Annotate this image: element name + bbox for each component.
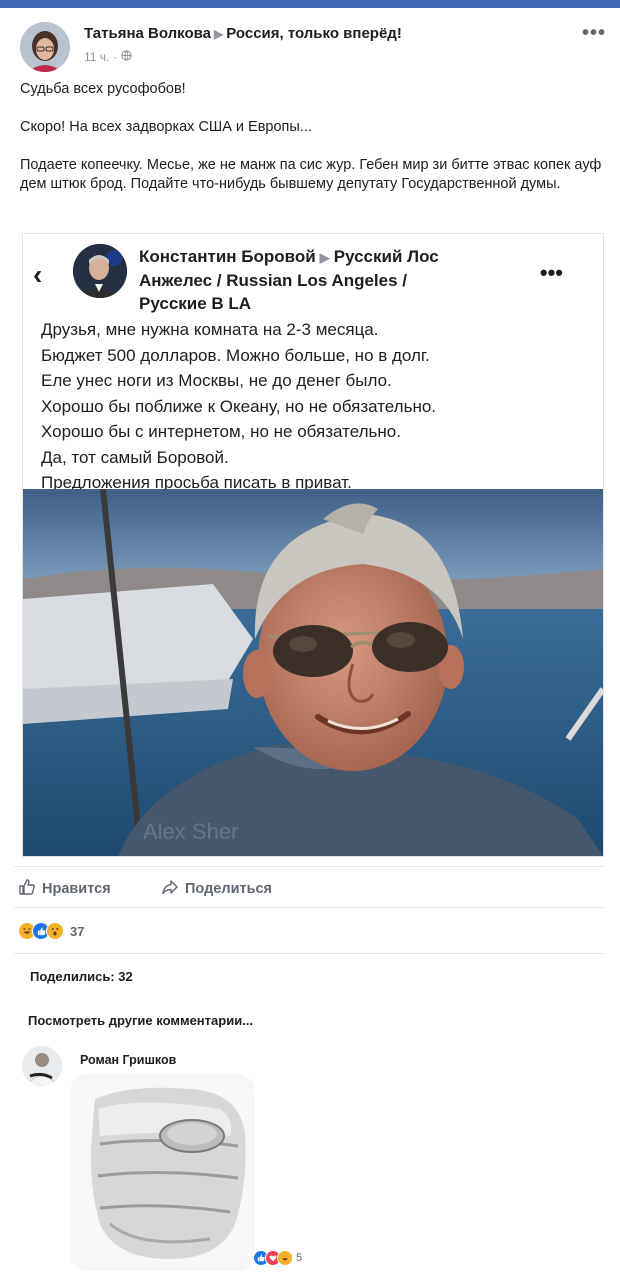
shot-text: Друзья, мне нужна комната на 2-3 месяца.… <box>41 317 601 496</box>
share-label: Поделиться <box>185 881 273 897</box>
shot-group-line: Анжелес / Russian Los Angeles / <box>139 271 408 290</box>
top-bar <box>0 0 620 8</box>
shot-group-line: Русский Лос <box>333 247 439 266</box>
post-paragraph: Подаете копеечку. Месье, же не манж па с… <box>20 157 602 192</box>
post-header: Татьяна Волкова ▶ Россия, только вперёд! <box>84 25 402 42</box>
thumbs-up-icon <box>18 878 36 900</box>
shot-line: Хорошо бы поближе к Океану, но не обязат… <box>41 396 437 416</box>
divider <box>14 866 604 867</box>
like-label: Нравится <box>42 881 111 897</box>
post-text: Судьба всех русофобов! Скоро! На всех за… <box>20 80 605 194</box>
comment-reactions[interactable]: 5 <box>253 1250 302 1266</box>
post-meta: 11 ч. · <box>84 50 133 64</box>
shot-line: Друзья, мне нужна комната на 2-3 месяца. <box>41 320 379 339</box>
shot-line: Хорошо бы с интернетом, но не обязательн… <box>41 422 401 441</box>
shot-line: Еле унес ноги из Москвы, не до денег был… <box>41 371 392 390</box>
shot-header: Константин Боровой ▶ Русский Лос Анжелес /… <box>139 245 519 315</box>
divider <box>14 907 604 908</box>
divider <box>14 953 604 954</box>
post-time[interactable]: 11 ч. <box>84 50 109 64</box>
like-button[interactable]: Нравится <box>18 878 111 900</box>
wow-icon <box>46 922 64 940</box>
share-button[interactable]: Поделиться <box>161 878 272 900</box>
reactions-summary[interactable]: 37 <box>18 922 84 940</box>
separator-dot: · <box>113 50 118 64</box>
more-comments-link[interactable]: Посмотреть другие комментарии... <box>28 1013 253 1028</box>
shot-group-line: Русские В LA <box>139 294 252 313</box>
commenter-name[interactable]: Роман Гришков <box>80 1053 176 1067</box>
shot-author-name: Константин Боровой <box>139 247 316 266</box>
share-arrow-icon <box>161 878 179 900</box>
group-name[interactable]: Россия, только вперёд! <box>226 25 402 42</box>
fist-sticker <box>70 1074 255 1271</box>
shot-options-icon: ••• <box>539 260 563 285</box>
post-paragraph: Судьба всех русофобов! <box>20 81 186 97</box>
shot-line: Да, тот самый Боровой. <box>41 447 229 467</box>
author-avatar[interactable] <box>20 22 70 72</box>
arrow-right-icon: ▶ <box>214 27 224 41</box>
back-arrow-icon: ‹ <box>33 259 43 290</box>
reaction-count: 37 <box>70 923 85 939</box>
portrait-photo: Alex Sher <box>23 488 603 856</box>
globe-icon <box>121 50 133 64</box>
post-options-button[interactable]: ••• <box>582 22 606 45</box>
shares-count[interactable]: Поделились: 32 <box>30 969 133 984</box>
comment-reaction-count: 5 <box>296 1252 303 1264</box>
commenter-avatar[interactable] <box>22 1046 62 1086</box>
watermark: Alex Sher <box>143 819 238 844</box>
post-paragraph: Скоро! На всех задворках США и Европы... <box>20 119 312 135</box>
action-bar: Нравится Поделиться <box>18 874 598 902</box>
author-name[interactable]: Татьяна Волкова <box>84 25 211 42</box>
shared-image[interactable]: ‹ Константин Боровой ▶ Русский Лос Анжелес… <box>22 233 604 857</box>
arrow-right-icon: ▶ <box>319 250 330 265</box>
shot-author-avatar <box>73 244 127 298</box>
shot-line: Бюджет 500 долларов. Можно больше, но в … <box>41 345 430 365</box>
haha-icon <box>277 1250 293 1266</box>
